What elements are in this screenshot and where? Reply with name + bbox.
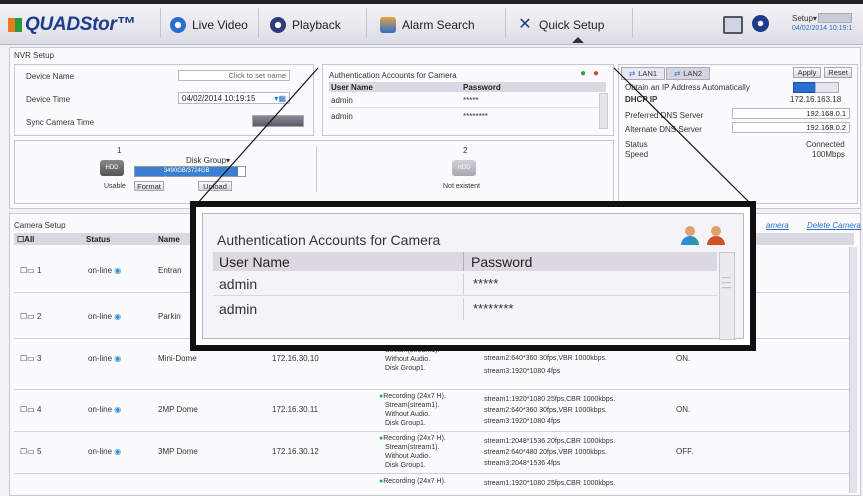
delete-account-icon[interactable] [707,226,725,246]
zoom-user-name-header: User Name [219,254,290,270]
zoom-auth-panel: Authentication Accounts for Camera + Use… [202,213,744,340]
zoom-auth-row[interactable]: admin ******** [213,298,717,320]
zoom-password-header: Password [471,254,533,270]
zoom-auth-header: User Name Password [213,252,717,271]
zoom-auth-scrollbar[interactable]: — — — [719,252,735,340]
add-account-icon[interactable]: + [681,226,699,247]
zoom-auth-row[interactable]: admin ***** [213,273,717,296]
zoom-callout: Authentication Accounts for Camera + Use… [190,201,756,351]
zoom-auth-title: Authentication Accounts for Camera [217,232,441,248]
